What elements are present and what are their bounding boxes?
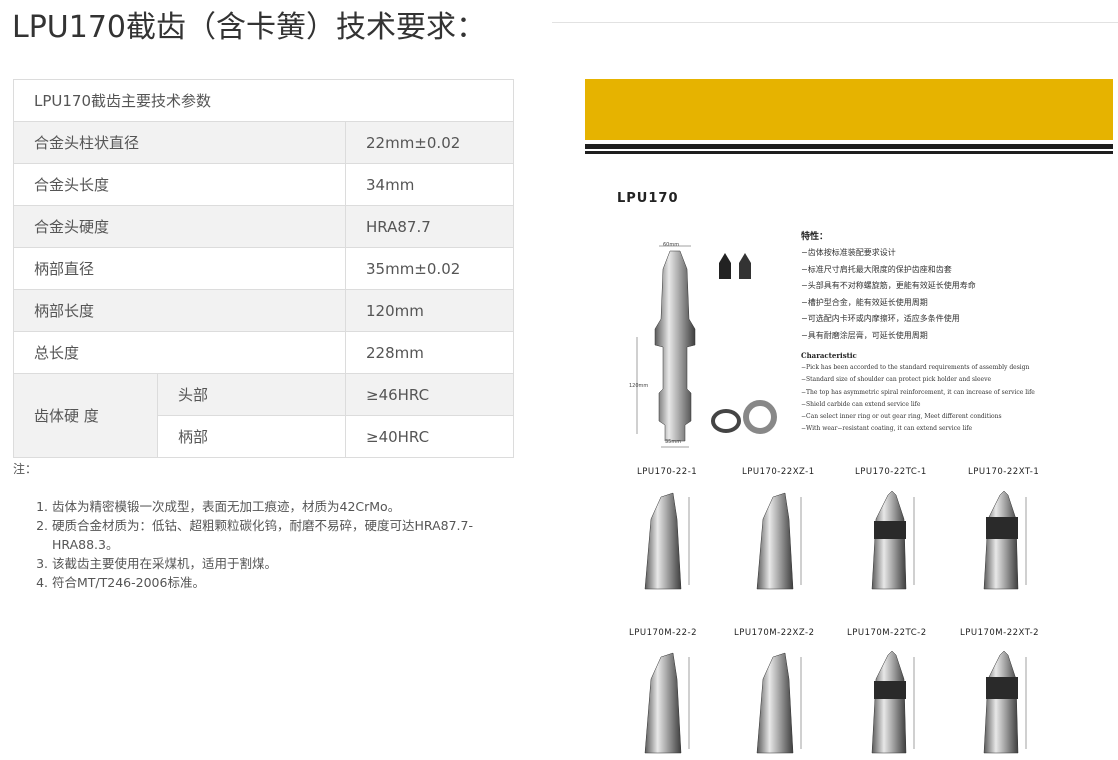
hardness-part: 柄部 bbox=[157, 415, 346, 458]
pick-variant-image bbox=[983, 490, 1027, 590]
characteristic-item: −Shield carbide can extend service life bbox=[801, 400, 921, 408]
param-value: 228mm bbox=[345, 331, 514, 374]
hardness-value: ≥40HRC bbox=[345, 415, 514, 458]
features-list: −齿体按标准装配要求设计 −标准尺寸肩托最大限度的保护齿座和齿套 −头部具有不对… bbox=[801, 245, 976, 345]
characteristic-title: Characteristic bbox=[801, 351, 857, 360]
feature-item: −头部具有不对称螺旋筋，更能有效延长使用寿命 bbox=[801, 281, 976, 291]
hardness-value: ≥46HRC bbox=[345, 373, 514, 416]
characteristic-item: −Can select inner ring or out gear ring,… bbox=[801, 413, 1002, 421]
pick-variant-image bbox=[644, 492, 690, 590]
feature-item: −可选配内卡环或内摩擦环，适应多条件使用 bbox=[801, 314, 960, 324]
feature-item: −具有耐磨涂层膏，可延长使用周期 bbox=[801, 330, 928, 340]
spec-table-caption-row: LPU170截齿主要技术参数 bbox=[13, 79, 514, 122]
features-title: 特性： bbox=[801, 232, 829, 242]
hardness-label: 齿体硬 度 bbox=[13, 373, 158, 458]
note-item: 齿体为精密模锻一次成型，表面无加工痕迹，材质为42CrMo。 bbox=[52, 497, 532, 516]
catalog-stripe bbox=[585, 144, 1113, 149]
title-divider bbox=[552, 22, 1118, 23]
table-row: 齿体硬 度 头部 ≥46HRC bbox=[13, 373, 514, 458]
param-name: 柄部直径 bbox=[13, 247, 346, 290]
pick-variant-image bbox=[756, 652, 802, 754]
param-name: 总长度 bbox=[13, 331, 346, 374]
table-row: 合金头硬度 HRA87.7 bbox=[13, 205, 514, 248]
hardness-part: 头部 bbox=[157, 373, 346, 416]
param-name: 合金头硬度 bbox=[13, 205, 346, 248]
feature-item: −标准尺寸肩托最大限度的保护齿座和齿套 bbox=[801, 264, 952, 274]
table-row: 合金头长度 34mm bbox=[13, 163, 514, 206]
param-value: 34mm bbox=[345, 163, 514, 206]
characteristic-item: −The top has asymmetric spiral reinforce… bbox=[801, 388, 1035, 396]
param-name: 合金头长度 bbox=[13, 163, 346, 206]
variant-name: LPU170M-22TC-2 bbox=[847, 628, 927, 638]
note-item: 符合MT/T246-2006标准。 bbox=[52, 573, 532, 592]
page-title: LPU170截齿（含卡簧）技术要求： bbox=[12, 10, 487, 45]
feature-item: −齿体按标准装配要求设计 bbox=[801, 248, 896, 257]
variant-name: LPU170-22-1 bbox=[637, 467, 698, 477]
table-row: 柄部直径 35mm±0.02 bbox=[13, 247, 514, 290]
pick-variant-image bbox=[644, 652, 690, 754]
spec-table-caption: LPU170截齿主要技术参数 bbox=[13, 79, 514, 122]
characteristic-item: −Standard size of shoulder can protect p… bbox=[801, 376, 992, 384]
variant-name: LPU170M-22XZ-2 bbox=[734, 628, 815, 638]
pick-variant-image bbox=[871, 490, 915, 590]
carbide-tip-image bbox=[719, 253, 751, 279]
dim-shank: 35mm bbox=[665, 439, 682, 445]
retaining-ring-image bbox=[711, 400, 777, 434]
product-catalog-image: LPU170 60mm 120mm 35mm 特性： −齿体按标准装配要求设计 … bbox=[585, 79, 1113, 760]
note-item: 硬质合金材质为：低钴、超粗颗粒碳化钨，耐磨不易碎，硬度可达HRA87.7-HRA… bbox=[52, 516, 532, 554]
catalog-header-band bbox=[585, 79, 1113, 140]
notes-label: 注： bbox=[13, 462, 38, 476]
param-value: 35mm±0.02 bbox=[345, 247, 514, 290]
note-item: 该截齿主要使用在采煤机，适用于割煤。 bbox=[52, 554, 532, 573]
variant-name: LPU170-22XT-1 bbox=[968, 467, 1040, 477]
table-row: 合金头柱状直径 22mm±0.02 bbox=[13, 121, 514, 164]
variant-name: LPU170M-22-2 bbox=[629, 628, 697, 638]
feature-item: −槽护型合金，能有效延长使用周期 bbox=[801, 297, 928, 307]
characteristic-item: −Pick has been accorded to the standard … bbox=[801, 364, 1030, 371]
table-row: 总长度 228mm bbox=[13, 331, 514, 374]
dim-top: 60mm bbox=[663, 242, 680, 248]
variant-name: LPU170-22TC-1 bbox=[855, 467, 927, 477]
spec-table: LPU170截齿主要技术参数 合金头柱状直径 22mm±0.02 合金头长度 3… bbox=[13, 79, 514, 458]
catalog-stripe bbox=[585, 151, 1113, 154]
notes-list: 齿体为精密模锻一次成型，表面无加工痕迹，材质为42CrMo。 硬质合金材质为：低… bbox=[22, 497, 532, 592]
characteristic-item: −With wear−resistant coating, it can ext… bbox=[801, 425, 973, 433]
pick-variant-image bbox=[756, 492, 802, 590]
variant-name: LPU170-22XZ-1 bbox=[742, 467, 815, 477]
variant-name: LPU170M-22XT-2 bbox=[960, 628, 1040, 638]
param-value: 22mm±0.02 bbox=[345, 121, 514, 164]
pick-variant-image bbox=[871, 650, 915, 754]
catalog-model: LPU170 bbox=[617, 191, 679, 206]
characteristic-list: −Pick has been accorded to the standard … bbox=[801, 362, 1035, 436]
pick-variant-image bbox=[983, 650, 1027, 754]
param-value: HRA87.7 bbox=[345, 205, 514, 248]
table-row: 柄部长度 120mm bbox=[13, 289, 514, 332]
dim-length: 120mm bbox=[629, 383, 649, 389]
param-name: 合金头柱状直径 bbox=[13, 121, 346, 164]
param-value: 120mm bbox=[345, 289, 514, 332]
param-name: 柄部长度 bbox=[13, 289, 346, 332]
